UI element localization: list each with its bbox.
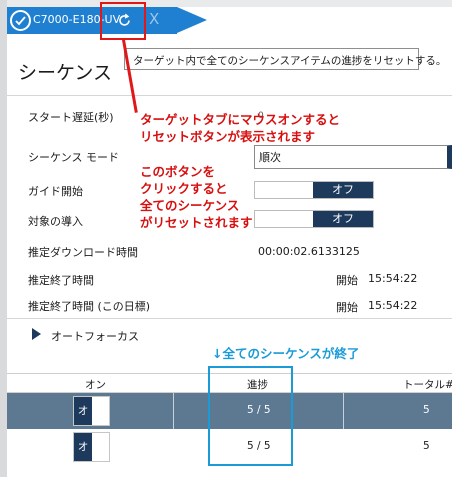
target-tab-arrow [177, 7, 207, 33]
header-total: トータル# [403, 379, 452, 391]
row-on-toggle[interactable]: オン [73, 396, 110, 445]
row-total: 5 [423, 404, 430, 416]
est-download-value: 00:00:02.6133125 [258, 245, 360, 258]
annotation-hover-line1: ターゲットタブにマウスオンすると [140, 112, 341, 127]
annotation-click-line1: このボタンを [140, 164, 216, 179]
row-on-toggle[interactable]: オン [73, 432, 110, 477]
expand-triangle-icon [32, 328, 41, 340]
guide-start-label: ガイド開始 [28, 185, 83, 198]
section-title: シーケンス [18, 62, 113, 84]
row-on-label: オン [74, 433, 92, 477]
close-icon[interactable]: X [149, 10, 159, 28]
annotation-click-line4: がリセットされます [140, 215, 253, 230]
autofocus-row[interactable]: オートフォーカス [7, 318, 452, 346]
est-download-label: 推定ダウンロード時間 [28, 246, 138, 259]
autofocus-label: オートフォーカス [51, 330, 139, 343]
annotation-click-line3: 全てのシーケンス [140, 198, 240, 213]
target-intro-toggle-state: オフ [313, 211, 373, 227]
target-intro-toggle[interactable]: オフ [254, 210, 374, 228]
annotation-click-text: このボタンを クリックすると 全てのシーケンス がリセットされます [140, 163, 253, 231]
est-end-night-label: 推定終了時間 (この日標) [28, 300, 151, 313]
left-rail [0, 0, 7, 477]
reset-tooltip: ターゲット内で全てのシーケンスアイテムの進捗をリセットする。 [124, 48, 446, 70]
column-separator [173, 393, 174, 429]
start-delay-label: スタート遅延(秒) [28, 111, 114, 124]
divider [7, 95, 452, 96]
est-end-value: 15:54:22 [368, 272, 418, 285]
sequence-mode-select[interactable]: 順次 [254, 145, 452, 169]
guide-start-toggle[interactable]: オフ [254, 181, 374, 199]
column-separator [343, 393, 344, 429]
annotation-hover-text: ターゲットタブにマウスオンすると リセットボタンが表示されます [140, 111, 340, 145]
est-end-night-start-label: 開始 [336, 301, 358, 314]
sequence-mode-label: シーケンス モード [28, 151, 119, 164]
est-end-start-label: 開始 [336, 274, 358, 287]
row-total: 5 [423, 440, 430, 452]
est-end-night-value: 15:54:22 [368, 299, 418, 312]
annotation-finished-text: ↓全てのシーケンスが終了 [212, 346, 360, 361]
annotation-hover-line2: リセットボタンが表示されます [140, 129, 316, 144]
row-on-label: オン [74, 397, 92, 445]
top-strip [0, 0, 452, 7]
header-on: オン [85, 379, 106, 391]
guide-start-toggle-state: オフ [313, 182, 373, 198]
annotation-click-line2: クリックすると [140, 181, 228, 196]
reset-button-highlight [100, 2, 146, 40]
target-intro-label: 対象の導入 [28, 215, 83, 228]
progress-highlight [208, 366, 293, 466]
est-end-label: 推定終了時間 [28, 274, 94, 287]
check-circle-icon [10, 10, 31, 31]
